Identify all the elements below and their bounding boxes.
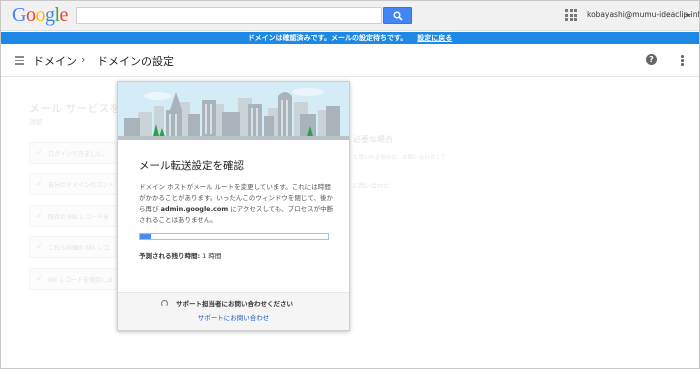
menu-icon[interactable] (15, 56, 24, 65)
dialog-description: ドメイン ホストがメール ルートを変更しています。これには時間がかかることがあり… (139, 182, 335, 226)
account-email[interactable]: kobayashi@mumu-ideaclip.info (587, 10, 699, 19)
browser-frame: Google kobayashi@mumu-ideaclip.info ドメイン… (0, 0, 700, 369)
dialog-title: メール転送設定を確認 (139, 160, 244, 172)
logo-letter: G (12, 4, 26, 26)
search-icon (393, 11, 403, 21)
search-input[interactable] (76, 7, 382, 24)
support-headset-icon (161, 300, 168, 307)
support-text: サポート担当者にお問い合わせください (176, 300, 293, 308)
logo-letter: g (44, 4, 55, 26)
google-bar: Google kobayashi@mumu-ideaclip.info (1, 1, 699, 31)
modal-overlay (1, 78, 699, 368)
notice-text: ドメインは確認済みです。メールの設定待ちです。 (247, 34, 408, 42)
apps-grid-icon[interactable] (565, 9, 577, 21)
city-illustration (118, 82, 349, 140)
cityscape-image (118, 82, 349, 140)
page-title: ドメインの設定 (97, 55, 174, 68)
estimated-time: 予測される残り時間: 1 時間 (139, 250, 221, 260)
logo-letter: o (35, 4, 45, 26)
more-vert-icon[interactable] (681, 55, 684, 66)
dialog-footer: サポート担当者にお問い合わせください サポートにお問い合わせ (118, 292, 349, 330)
contact-support-link[interactable]: サポートにお問い合わせ (118, 312, 349, 322)
account-chevron-down-icon[interactable] (685, 14, 691, 17)
admin-domain-text: admin.google.com (160, 205, 229, 213)
status-notice-bar: ドメインは確認済みです。メールの設定待ちです。 設定に戻る (1, 32, 699, 44)
progress-bar (139, 233, 329, 240)
logo-letter: o (25, 4, 36, 26)
mail-routing-dialog: メール転送設定を確認 ドメイン ホストがメール ルートを変更しています。これには… (117, 81, 350, 331)
logo-letter: e (59, 4, 69, 26)
breadcrumb-chevron-icon: › (81, 53, 86, 66)
eta-label: 予測される残り時間: (139, 252, 201, 260)
eta-value: 1 時間 (200, 252, 222, 260)
search-button[interactable] (383, 7, 412, 24)
google-logo[interactable]: Google (12, 4, 68, 26)
back-to-setup-link[interactable]: 設定に戻る (417, 34, 452, 42)
breadcrumb-domains[interactable]: ドメイン (33, 53, 77, 69)
progress-fill (140, 234, 152, 239)
page-header: ドメイン › ドメインの設定 ? (1, 44, 699, 77)
help-icon[interactable]: ? (646, 54, 657, 65)
